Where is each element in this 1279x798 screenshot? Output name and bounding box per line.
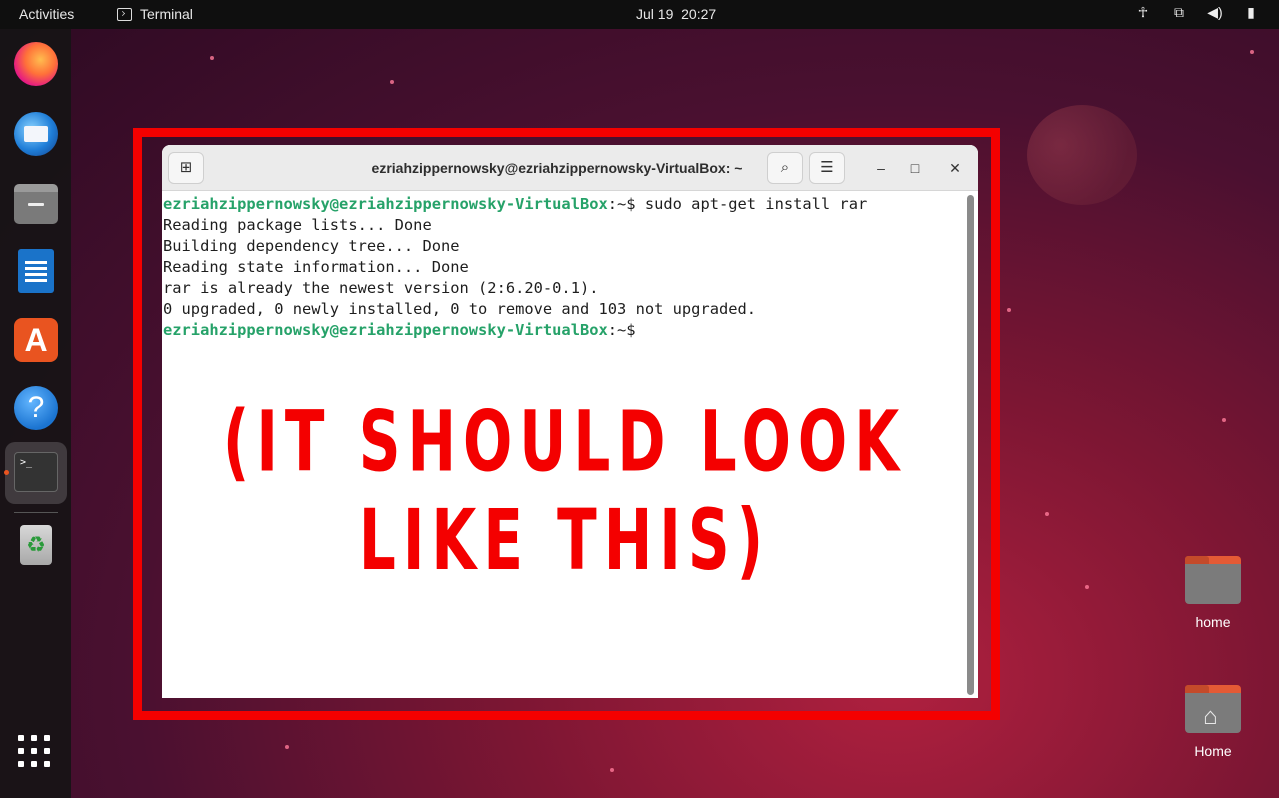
wallpaper-star xyxy=(1250,50,1254,54)
app-menu-label: Terminal xyxy=(140,6,193,22)
wallpaper-star xyxy=(1045,512,1049,516)
desktop-icon-label: Home xyxy=(1194,743,1232,759)
thunderbird-icon xyxy=(14,112,58,156)
wallpaper-star xyxy=(210,56,214,60)
wallpaper-star xyxy=(285,745,289,749)
annotation-text: (IT SHOULD LOOK LIKE THIS) xyxy=(222,392,907,590)
desktop-home-folder[interactable]: ⌂ Home xyxy=(1173,685,1253,759)
app-menu[interactable]: Terminal xyxy=(117,6,193,22)
folder-icon xyxy=(1185,556,1241,604)
dock-item-terminal[interactable]: >_ xyxy=(5,442,67,504)
dock-item-trash[interactable]: ♻ xyxy=(10,519,62,571)
dock-item-software[interactable]: A xyxy=(10,314,62,366)
wallpaper-star xyxy=(390,80,394,84)
dock-item-help[interactable]: ? xyxy=(10,382,62,434)
clock-date: Jul 19 xyxy=(636,6,674,22)
battery-icon[interactable]: ▮ xyxy=(1243,4,1259,21)
running-indicator xyxy=(4,470,9,475)
house-icon: ⌂ xyxy=(1203,703,1218,730)
volume-icon[interactable]: ◀) xyxy=(1207,4,1223,21)
desktop-icon-label: home xyxy=(1195,614,1231,630)
show-apps-icon xyxy=(18,735,54,767)
dock-item-thunderbird[interactable] xyxy=(10,108,62,160)
activities-button[interactable]: Activities xyxy=(19,6,74,22)
dock-item-files[interactable] xyxy=(10,178,62,230)
wallpaper-star xyxy=(1007,308,1011,312)
firefox-icon xyxy=(14,42,58,86)
clock-time: 20:27 xyxy=(681,6,717,22)
wallpaper-star xyxy=(1222,418,1226,422)
software-icon: A xyxy=(14,318,58,362)
clock[interactable]: Jul 19 20:27 xyxy=(636,6,716,22)
writer-icon xyxy=(18,249,54,293)
desktop-folder-home[interactable]: home xyxy=(1173,556,1253,630)
system-tray[interactable]: ☥ ⧉ ◀) ▮ xyxy=(1135,4,1259,21)
wallpaper-moon xyxy=(1027,105,1137,205)
help-icon: ? xyxy=(14,386,58,430)
dock: A ? >_ ♻ xyxy=(0,29,71,798)
show-apps-button[interactable] xyxy=(18,735,54,771)
network-icon[interactable]: ⧉ xyxy=(1171,4,1187,21)
trash-icon: ♻ xyxy=(20,525,52,565)
accessibility-icon[interactable]: ☥ xyxy=(1135,4,1151,21)
dock-separator xyxy=(14,512,58,513)
dock-item-writer[interactable] xyxy=(10,245,62,297)
files-icon xyxy=(14,184,58,224)
terminal-icon: >_ xyxy=(14,452,58,492)
wallpaper-star xyxy=(610,768,614,772)
wallpaper-star xyxy=(1085,585,1089,589)
home-folder-icon: ⌂ xyxy=(1185,685,1241,733)
dock-item-firefox[interactable] xyxy=(10,38,62,90)
terminal-app-icon xyxy=(117,7,132,21)
top-bar: Activities Terminal Jul 19 20:27 ☥ ⧉ ◀) … xyxy=(0,0,1279,29)
